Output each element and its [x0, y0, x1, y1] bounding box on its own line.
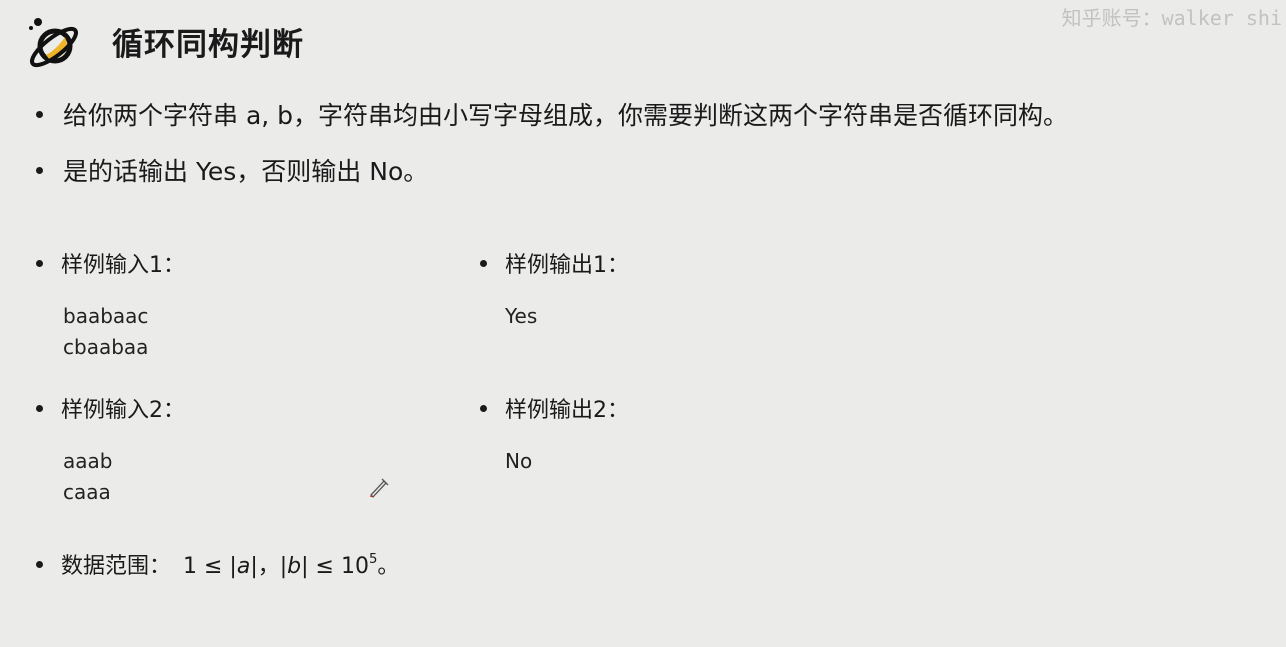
sample-input-1-label: 样例输入1： — [61, 253, 185, 278]
sample-output-2-value: No — [505, 449, 533, 473]
var-b: b — [287, 554, 302, 579]
constraint-bullet: 数据范围： 1 ≤ |a|，|b| ≤ 105。 — [36, 548, 399, 580]
formula-end: 。 — [377, 554, 400, 579]
sample-input-1-value: baabaac cbaabaa — [63, 304, 149, 359]
formula-mid: |，| — [250, 554, 288, 579]
problem-statement: 给你两个字符串 a, b，字符串均由小写字母组成，你需要判断这两个字符串是否循环… — [63, 101, 1069, 130]
sample-input-1-bullet: 样例输入1： — [36, 247, 185, 279]
formula-lead: 1 ≤ | — [183, 554, 237, 579]
var-a: a — [236, 554, 251, 579]
bullet-dot — [480, 259, 487, 267]
sample-output-2-bullet: 样例输出2： — [480, 392, 629, 424]
constraint-formula: 1 ≤ |a|，|b| ≤ 105。 — [183, 548, 399, 580]
sample-output-1-label: 样例输出1： — [505, 253, 629, 278]
sample-input-2-value: aaab caaa — [63, 449, 113, 504]
watermark: 知乎账号：walker shi — [1061, 6, 1282, 30]
page-title: 循环同构判断 — [112, 27, 304, 63]
bullet-dot — [36, 560, 43, 568]
pen-cursor-icon — [370, 478, 389, 498]
problem-statement-bullet: 给你两个字符串 a, b，字符串均由小写字母组成，你需要判断这两个字符串是否循环… — [36, 96, 1068, 132]
planet-logo-icon — [29, 18, 78, 68]
sample-output-1-value: Yes — [505, 304, 538, 328]
bullet-dot — [36, 166, 43, 174]
sample-input-2-label: 样例输入2： — [61, 398, 185, 423]
sample-input-2-bullet: 样例输入2： — [36, 392, 185, 424]
formula-after: | ≤ 10 — [301, 554, 369, 579]
bullet-dot — [36, 259, 43, 267]
sample-output-1-bullet: 样例输出1： — [480, 247, 629, 279]
bullet-dot — [36, 110, 43, 118]
bullet-dot — [36, 404, 43, 412]
bullet-dot — [480, 404, 487, 412]
sample-output-2-label: 样例输出2： — [505, 398, 629, 423]
constraint-label: 数据范围： — [61, 554, 172, 579]
output-rule-bullet: 是的话输出 Yes，否则输出 No。 — [36, 152, 428, 188]
output-rule: 是的话输出 Yes，否则输出 No。 — [63, 157, 429, 186]
